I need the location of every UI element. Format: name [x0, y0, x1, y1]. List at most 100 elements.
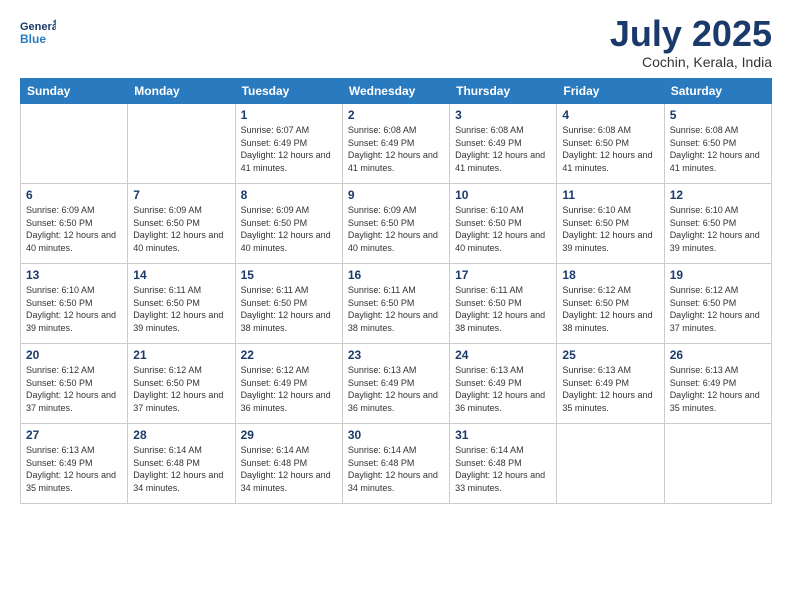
col-saturday: Saturday	[664, 79, 771, 104]
table-row: 24 Sunrise: 6:13 AM Sunset: 6:49 PM Dayli…	[450, 344, 557, 424]
table-row: 15Sunrise: 6:11 AM Sunset: 6:50 PM Dayli…	[235, 264, 342, 344]
day-info: Sunrise: 6:07 AM Sunset: 6:49 PM Dayligh…	[241, 124, 337, 174]
table-row: 13Sunrise: 6:10 AM Sunset: 6:50 PM Dayli…	[21, 264, 128, 344]
day-info: Sunrise: 6:11 AM Sunset: 6:50 PM Dayligh…	[455, 284, 551, 334]
table-row: 26 Sunrise: 6:13 AM Sunset: 6:49 PM Dayli…	[664, 344, 771, 424]
table-row	[557, 424, 664, 504]
day-number: 8	[241, 188, 337, 202]
day-info: Sunrise: 6:09 AM Sunset: 6:50 PM Dayligh…	[26, 204, 122, 254]
table-row: 31 Sunrise: 6:14 AM Sunset: 6:48 PM Dayli…	[450, 424, 557, 504]
day-number: 31	[455, 428, 551, 442]
col-tuesday: Tuesday	[235, 79, 342, 104]
calendar-week-row: 13Sunrise: 6:10 AM Sunset: 6:50 PM Dayli…	[21, 264, 772, 344]
day-info: Sunrise: 6:14 AM Sunset: 6:48 PM Dayligh…	[348, 444, 444, 494]
col-sunday: Sunday	[21, 79, 128, 104]
day-info: Sunrise: 6:13 AM Sunset: 6:49 PM Dayligh…	[455, 364, 551, 414]
day-number: 3	[455, 108, 551, 122]
table-row: 10 Sunrise: 6:10 AM Sunset: 6:50 PM Dayli…	[450, 184, 557, 264]
day-info: Sunrise: 6:08 AM Sunset: 6:50 PM Dayligh…	[670, 124, 766, 174]
day-info: Sunrise: 6:09 AM Sunset: 6:50 PM Dayligh…	[133, 204, 229, 254]
day-number: 27	[26, 428, 122, 442]
table-row: 22 Sunrise: 6:12 AM Sunset: 6:49 PM Dayli…	[235, 344, 342, 424]
day-info: Sunrise: 6:14 AM Sunset: 6:48 PM Dayligh…	[133, 444, 229, 494]
day-info: Sunrise: 6:08 AM Sunset: 6:50 PM Dayligh…	[562, 124, 658, 174]
table-row	[128, 104, 235, 184]
calendar-location: Cochin, Kerala, India	[610, 54, 772, 70]
table-row: 29Sunrise: 6:14 AM Sunset: 6:48 PM Dayli…	[235, 424, 342, 504]
calendar-table: Sunday Monday Tuesday Wednesday Thursday…	[20, 78, 772, 504]
col-friday: Friday	[557, 79, 664, 104]
day-number: 30	[348, 428, 444, 442]
table-row: 20 Sunrise: 6:12 AM Sunset: 6:50 PM Dayli…	[21, 344, 128, 424]
day-number: 5	[670, 108, 766, 122]
table-row: 8 Sunrise: 6:09 AM Sunset: 6:50 PM Daylig…	[235, 184, 342, 264]
day-number: 21	[133, 348, 229, 362]
day-info: Sunrise: 6:12 AM Sunset: 6:50 PM Dayligh…	[133, 364, 229, 414]
page-container: General Blue July 2025 Cochin, Kerala, I…	[0, 0, 792, 612]
day-info: Sunrise: 6:11 AM Sunset: 6:50 PM Dayligh…	[133, 284, 229, 334]
day-number: 17	[455, 268, 551, 282]
day-info: Sunrise: 6:13 AM Sunset: 6:49 PM Dayligh…	[26, 444, 122, 494]
day-info: Sunrise: 6:12 AM Sunset: 6:49 PM Dayligh…	[241, 364, 337, 414]
day-number: 28	[133, 428, 229, 442]
day-number: 4	[562, 108, 658, 122]
day-number: 7	[133, 188, 229, 202]
calendar-week-row: 27 Sunrise: 6:13 AM Sunset: 6:49 PM Dayli…	[21, 424, 772, 504]
table-row: 5 Sunrise: 6:08 AM Sunset: 6:50 PM Daylig…	[664, 104, 771, 184]
day-number: 20	[26, 348, 122, 362]
table-row: 21 Sunrise: 6:12 AM Sunset: 6:50 PM Dayli…	[128, 344, 235, 424]
table-row	[21, 104, 128, 184]
calendar-title: July 2025	[610, 16, 772, 52]
day-number: 6	[26, 188, 122, 202]
day-number: 24	[455, 348, 551, 362]
calendar-week-row: 1Sunrise: 6:07 AM Sunset: 6:49 PM Daylig…	[21, 104, 772, 184]
svg-text:Blue: Blue	[20, 32, 46, 46]
table-row: 17 Sunrise: 6:11 AM Sunset: 6:50 PM Dayli…	[450, 264, 557, 344]
day-info: Sunrise: 6:12 AM Sunset: 6:50 PM Dayligh…	[562, 284, 658, 334]
table-row	[664, 424, 771, 504]
table-row: 18 Sunrise: 6:12 AM Sunset: 6:50 PM Dayli…	[557, 264, 664, 344]
day-number: 10	[455, 188, 551, 202]
weekday-header-row: Sunday Monday Tuesday Wednesday Thursday…	[21, 79, 772, 104]
day-number: 18	[562, 268, 658, 282]
day-number: 25	[562, 348, 658, 362]
day-number: 15	[241, 268, 337, 282]
day-info: Sunrise: 6:10 AM Sunset: 6:50 PM Dayligh…	[26, 284, 122, 334]
day-info: Sunrise: 6:13 AM Sunset: 6:49 PM Dayligh…	[348, 364, 444, 414]
calendar-week-row: 6 Sunrise: 6:09 AM Sunset: 6:50 PM Daylig…	[21, 184, 772, 264]
table-row: 19Sunrise: 6:12 AM Sunset: 6:50 PM Dayli…	[664, 264, 771, 344]
day-number: 14	[133, 268, 229, 282]
col-wednesday: Wednesday	[342, 79, 449, 104]
table-row: 1Sunrise: 6:07 AM Sunset: 6:49 PM Daylig…	[235, 104, 342, 184]
title-block: July 2025 Cochin, Kerala, India	[610, 16, 772, 70]
day-number: 2	[348, 108, 444, 122]
table-row: 12Sunrise: 6:10 AM Sunset: 6:50 PM Dayli…	[664, 184, 771, 264]
table-row: 25Sunrise: 6:13 AM Sunset: 6:49 PM Dayli…	[557, 344, 664, 424]
day-number: 23	[348, 348, 444, 362]
day-info: Sunrise: 6:11 AM Sunset: 6:50 PM Dayligh…	[348, 284, 444, 334]
table-row: 30 Sunrise: 6:14 AM Sunset: 6:48 PM Dayli…	[342, 424, 449, 504]
table-row: 23 Sunrise: 6:13 AM Sunset: 6:49 PM Dayli…	[342, 344, 449, 424]
table-row: 11Sunrise: 6:10 AM Sunset: 6:50 PM Dayli…	[557, 184, 664, 264]
day-info: Sunrise: 6:08 AM Sunset: 6:49 PM Dayligh…	[455, 124, 551, 174]
day-info: Sunrise: 6:14 AM Sunset: 6:48 PM Dayligh…	[455, 444, 551, 494]
logo-icon: General Blue	[20, 16, 56, 52]
calendar-week-row: 20 Sunrise: 6:12 AM Sunset: 6:50 PM Dayli…	[21, 344, 772, 424]
day-number: 16	[348, 268, 444, 282]
day-info: Sunrise: 6:10 AM Sunset: 6:50 PM Dayligh…	[562, 204, 658, 254]
day-number: 29	[241, 428, 337, 442]
col-thursday: Thursday	[450, 79, 557, 104]
day-info: Sunrise: 6:13 AM Sunset: 6:49 PM Dayligh…	[670, 364, 766, 414]
day-info: Sunrise: 6:09 AM Sunset: 6:50 PM Dayligh…	[348, 204, 444, 254]
day-number: 22	[241, 348, 337, 362]
day-info: Sunrise: 6:09 AM Sunset: 6:50 PM Dayligh…	[241, 204, 337, 254]
table-row: 14 Sunrise: 6:11 AM Sunset: 6:50 PM Dayli…	[128, 264, 235, 344]
col-monday: Monday	[128, 79, 235, 104]
day-number: 26	[670, 348, 766, 362]
day-info: Sunrise: 6:12 AM Sunset: 6:50 PM Dayligh…	[670, 284, 766, 334]
day-number: 9	[348, 188, 444, 202]
table-row: 27 Sunrise: 6:13 AM Sunset: 6:49 PM Dayli…	[21, 424, 128, 504]
day-info: Sunrise: 6:10 AM Sunset: 6:50 PM Dayligh…	[455, 204, 551, 254]
day-info: Sunrise: 6:12 AM Sunset: 6:50 PM Dayligh…	[26, 364, 122, 414]
table-row: 28 Sunrise: 6:14 AM Sunset: 6:48 PM Dayli…	[128, 424, 235, 504]
